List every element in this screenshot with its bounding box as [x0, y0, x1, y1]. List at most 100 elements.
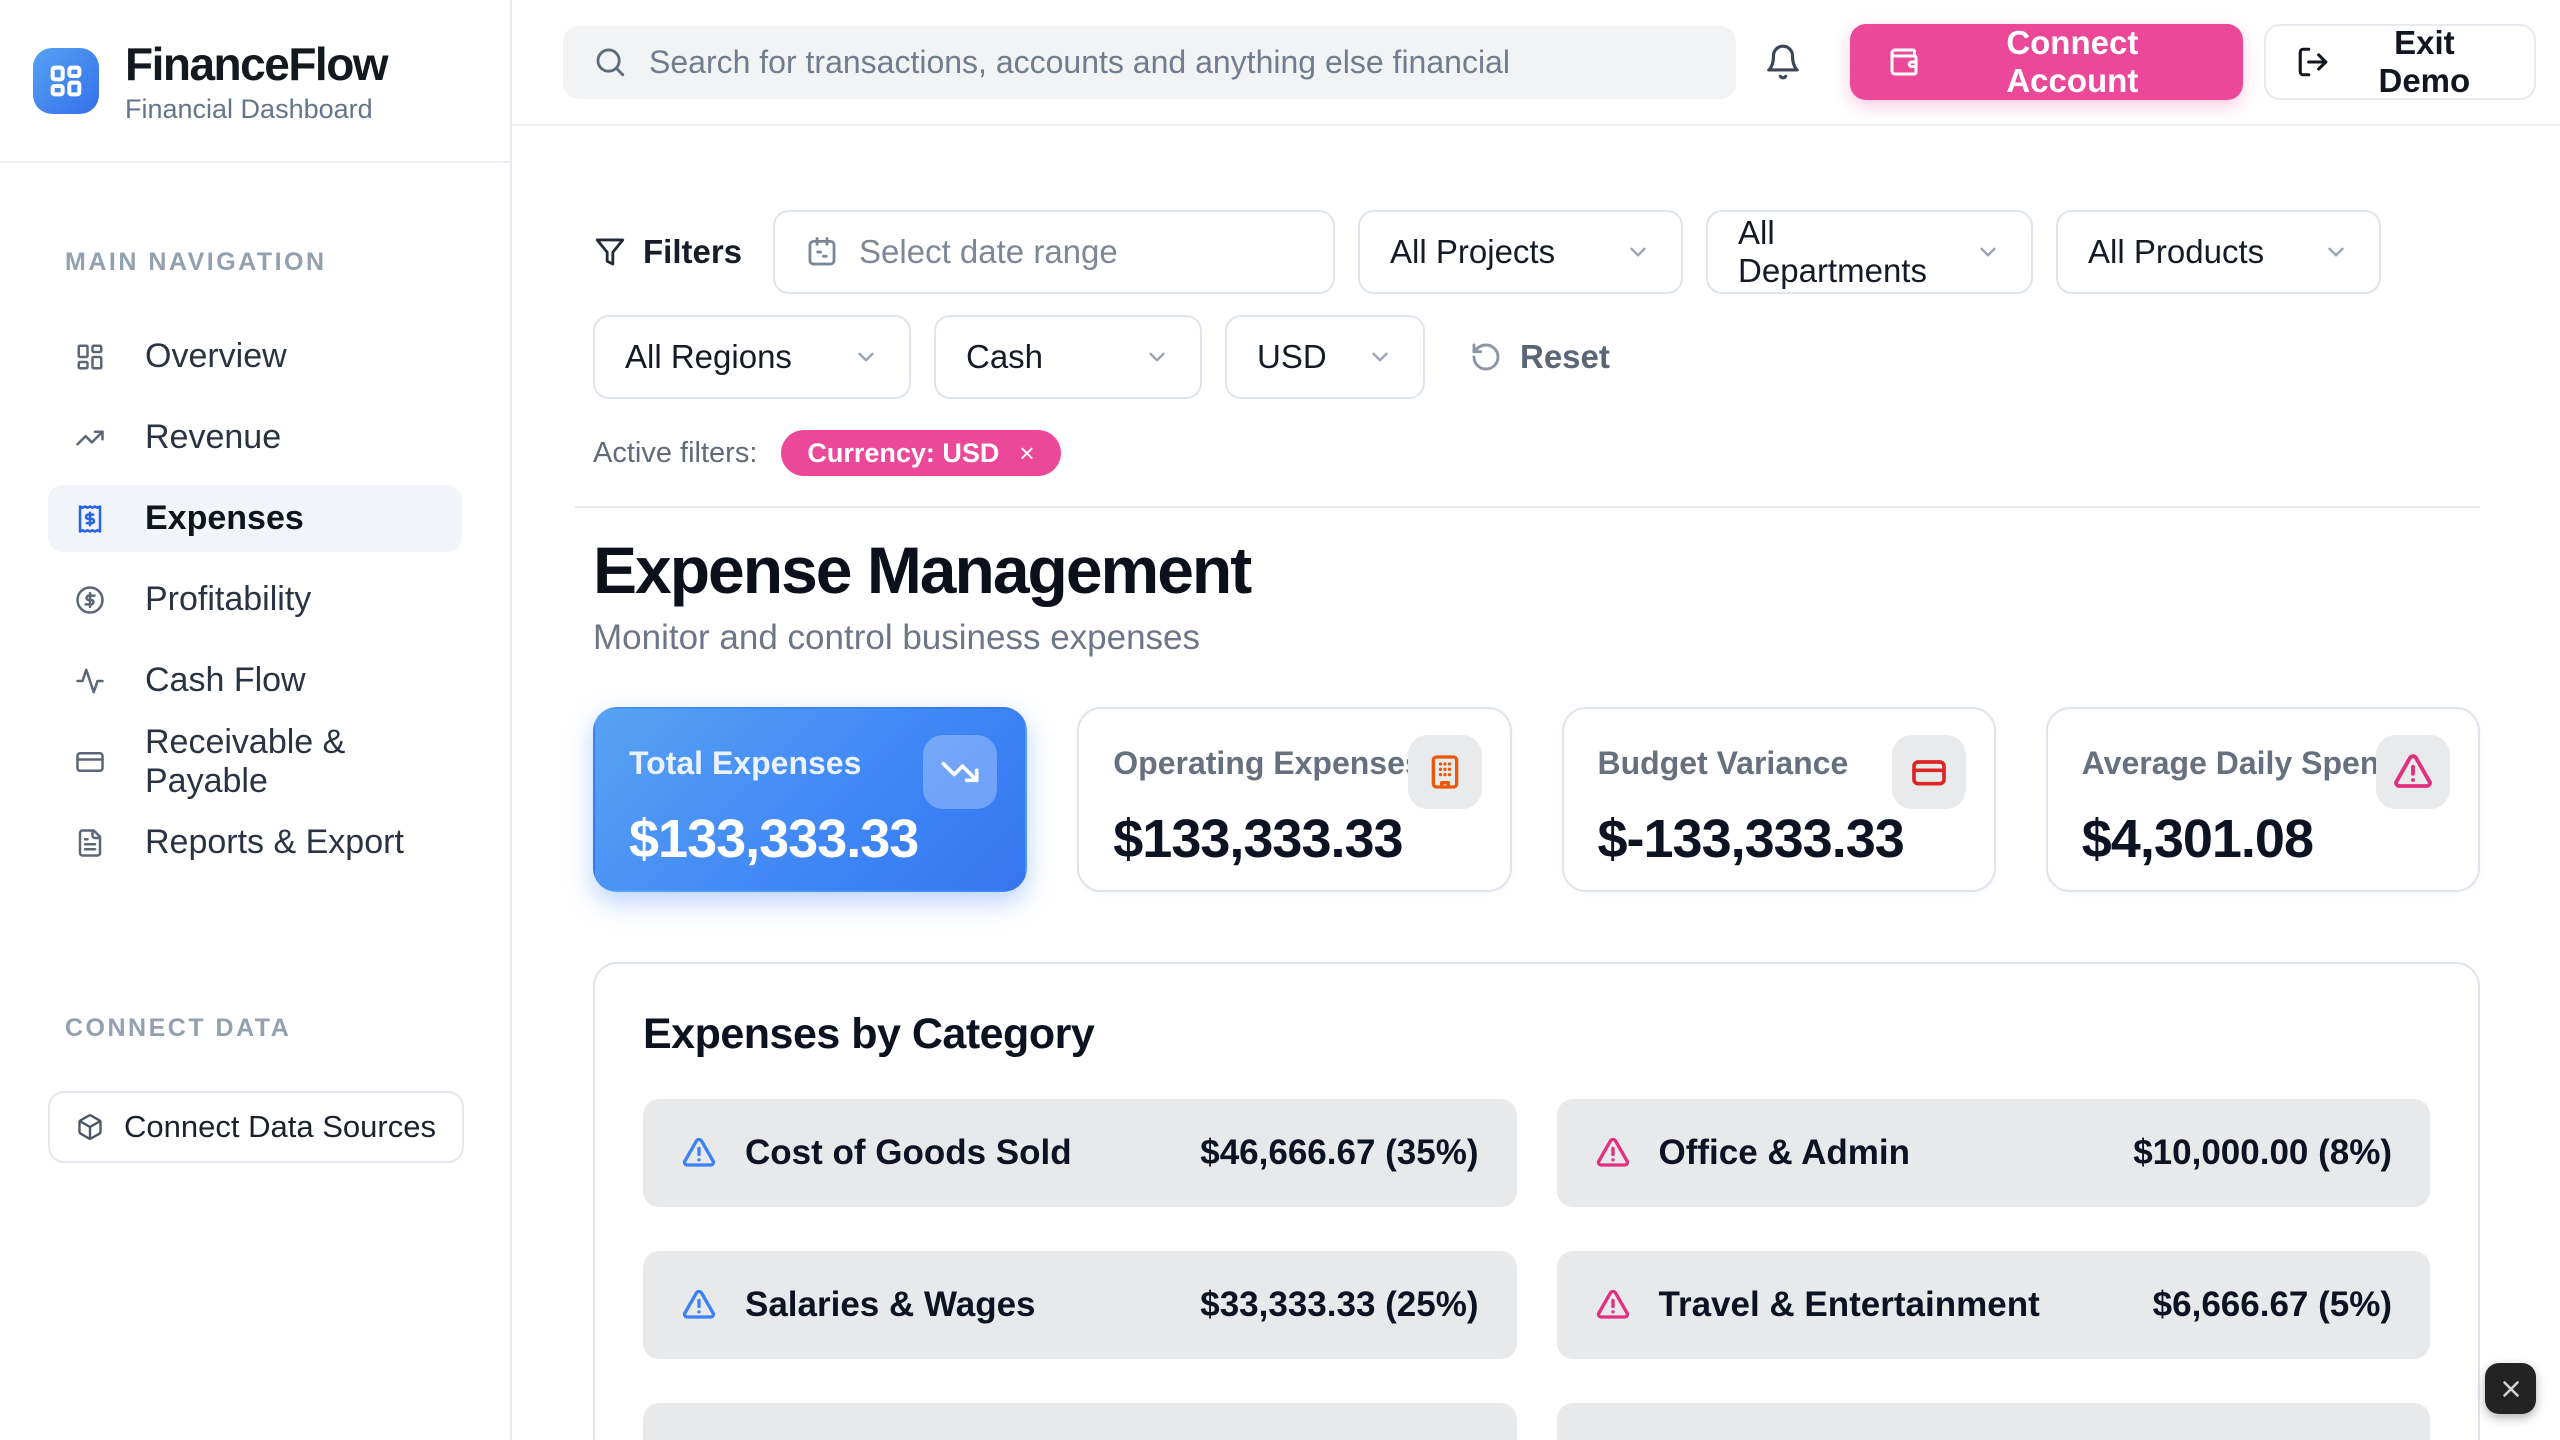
accounting-basis-value: Cash	[966, 338, 1043, 376]
date-range-placeholder: Select date range	[859, 233, 1118, 271]
chevron-down-icon	[853, 344, 879, 370]
topbar: Connect Account Exit Demo	[512, 0, 2560, 126]
category-row-travel-entertainment: Travel & Entertainment $6,666.67 (5%)	[1557, 1251, 2431, 1359]
products-dropdown[interactable]: All Products	[2056, 210, 2381, 294]
accounting-basis-dropdown[interactable]: Cash	[934, 315, 1202, 399]
sidebar-item-label: Overview	[145, 337, 287, 376]
calendar-icon	[805, 235, 839, 269]
stat-card-average-daily-spend[interactable]: Average Daily Spend $4,301.08	[2046, 707, 2480, 892]
alert-triangle-icon	[681, 1287, 717, 1323]
alert-triangle-icon	[2376, 735, 2450, 809]
credit-card-icon	[75, 747, 105, 777]
main-content: Filters Select date range All Projects A…	[512, 126, 2560, 1440]
alert-triangle-icon	[681, 1135, 717, 1171]
category-value: $46,666.67 (35%)	[1200, 1133, 1478, 1173]
stat-value: $133,333.33	[629, 808, 991, 870]
bell-icon	[1764, 43, 1802, 81]
exit-demo-button[interactable]: Exit Demo	[2264, 24, 2536, 100]
connect-data-sources-label: Connect Data Sources	[124, 1109, 436, 1145]
filters-label: Filters	[643, 233, 742, 271]
category-grid: Cost of Goods Sold $46,666.67 (35%) Offi…	[643, 1099, 2430, 1440]
trending-down-icon	[923, 735, 997, 809]
sidebar-item-label: Revenue	[145, 418, 281, 457]
chevron-down-icon	[1975, 239, 2001, 265]
building-icon	[1408, 735, 1482, 809]
currency-filter-chip: Currency: USD ×	[781, 430, 1060, 476]
sidebar-item-profitability[interactable]: Profitability	[48, 566, 462, 633]
filters-row-2: All Regions Cash USD Reset	[593, 315, 2480, 399]
date-range-input[interactable]: Select date range	[773, 210, 1335, 294]
logout-icon	[2296, 45, 2330, 79]
connect-account-button[interactable]: Connect Account	[1850, 24, 2243, 100]
sidebar-item-receivable-payable[interactable]: Receivable & Payable	[48, 728, 462, 795]
chevron-down-icon	[1625, 239, 1651, 265]
notifications-bell-button[interactable]	[1764, 43, 1802, 81]
currency-filter-chip-label: Currency: USD	[807, 438, 999, 469]
sidebar-item-label: Receivable & Payable	[145, 723, 435, 801]
sidebar-item-expenses[interactable]: Expenses	[48, 485, 462, 552]
search-icon	[593, 45, 627, 79]
departments-dropdown[interactable]: All Departments	[1706, 210, 2033, 294]
stat-card-total-expenses[interactable]: Total Expenses $133,333.33	[593, 707, 1027, 892]
expenses-by-category-title: Expenses by Category	[643, 1010, 2430, 1059]
chevron-down-icon	[1367, 344, 1393, 370]
circle-dollar-icon	[75, 585, 105, 615]
stat-cards-row: Total Expenses $133,333.33 Operating Exp…	[593, 707, 2480, 892]
active-filters-label: Active filters:	[593, 437, 757, 470]
active-filters-row: Active filters: Currency: USD ×	[593, 430, 2480, 476]
main-navigation: Overview Revenue Expenses Profitability …	[0, 323, 510, 876]
file-text-icon	[75, 828, 105, 858]
regions-dropdown-value: All Regions	[625, 338, 792, 376]
category-name: Salaries & Wages	[745, 1285, 1036, 1325]
category-value: $33,333.33 (25%)	[1200, 1285, 1478, 1325]
close-toast-button[interactable]	[2485, 1363, 2536, 1414]
sidebar-item-cash-flow[interactable]: Cash Flow	[48, 647, 462, 714]
nav-section-header: MAIN NAVIGATION	[0, 248, 510, 277]
stat-card-budget-variance[interactable]: Budget Variance $-133,333.33	[1562, 707, 1996, 892]
page-title: Expense Management	[593, 532, 2480, 608]
brand-header: FinanceFlow Financial Dashboard	[0, 0, 510, 163]
sidebar-item-revenue[interactable]: Revenue	[48, 404, 462, 471]
sidebar: FinanceFlow Financial Dashboard MAIN NAV…	[0, 0, 512, 1440]
chevron-down-icon	[1144, 344, 1170, 370]
stat-card-operating-expenses[interactable]: Operating Expenses $133,333.33	[1077, 707, 1511, 892]
sidebar-item-reports-export[interactable]: Reports & Export	[48, 809, 462, 876]
search-input[interactable]	[649, 44, 1706, 81]
app-title: FinanceFlow	[125, 37, 387, 91]
currency-dropdown[interactable]: USD	[1225, 315, 1425, 399]
chevron-down-icon	[2323, 239, 2349, 265]
category-row-cost-of-goods-sold: Cost of Goods Sold $46,666.67 (35%)	[643, 1099, 1517, 1207]
connect-account-label: Connect Account	[1938, 24, 2207, 100]
reset-filters-button[interactable]: Reset	[1470, 338, 1610, 376]
funnel-icon	[593, 235, 627, 269]
dashboard-icon	[75, 342, 105, 372]
box-icon	[76, 1113, 104, 1141]
page-subtitle: Monitor and control business expenses	[593, 618, 2480, 658]
projects-dropdown[interactable]: All Projects	[1358, 210, 1683, 294]
credit-card-icon	[1892, 735, 1966, 809]
rotate-ccw-icon	[1470, 341, 1502, 373]
connect-data-sources-button[interactable]: Connect Data Sources	[48, 1091, 464, 1163]
alert-triangle-icon	[1595, 1287, 1631, 1323]
exit-demo-label: Exit Demo	[2345, 24, 2504, 100]
remove-filter-icon[interactable]: ×	[1019, 440, 1034, 466]
trending-up-icon	[75, 423, 105, 453]
regions-dropdown[interactable]: All Regions	[593, 315, 911, 399]
category-row-salaries-wages: Salaries & Wages $33,333.33 (25%)	[643, 1251, 1517, 1359]
alert-triangle-icon	[1595, 1135, 1631, 1171]
category-value: $10,000.00 (8%)	[2133, 1133, 2392, 1173]
currency-dropdown-value: USD	[1257, 338, 1327, 376]
sidebar-item-overview[interactable]: Overview	[48, 323, 462, 390]
sidebar-item-label: Cash Flow	[145, 661, 306, 700]
activity-icon	[75, 666, 105, 696]
category-row-marketing: Marketing $20,000.00 (15%)	[643, 1403, 1517, 1440]
filters-row-1: Filters Select date range All Projects A…	[593, 210, 2480, 294]
category-value: $6,666.67 (5%)	[2153, 1285, 2392, 1325]
receipt-icon	[75, 504, 105, 534]
sidebar-item-label: Expenses	[145, 499, 304, 538]
stat-value: $-133,333.33	[1598, 808, 1960, 870]
search-bar	[563, 26, 1736, 99]
sidebar-item-label: Profitability	[145, 580, 311, 619]
category-name: Cost of Goods Sold	[745, 1133, 1072, 1173]
reset-label: Reset	[1520, 338, 1610, 376]
